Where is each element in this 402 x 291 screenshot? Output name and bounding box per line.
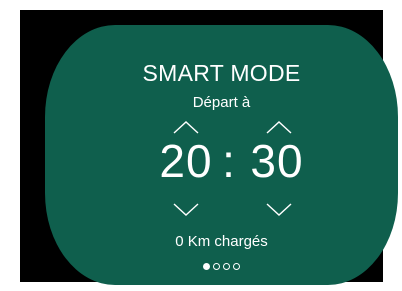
hours-down-chevron-icon[interactable] bbox=[173, 203, 199, 217]
page-dot[interactable] bbox=[203, 263, 210, 270]
page-dot[interactable] bbox=[233, 263, 240, 270]
page-dot[interactable] bbox=[213, 263, 220, 270]
charge-status: 0 Km chargés bbox=[175, 233, 268, 250]
hours-up-chevron-icon[interactable] bbox=[173, 120, 199, 134]
mode-title: SMART MODE bbox=[142, 60, 301, 86]
hours-value[interactable]: 20 bbox=[151, 138, 221, 184]
minutes-up-chevron-icon[interactable] bbox=[266, 120, 292, 134]
minutes-down-chevron-icon[interactable] bbox=[266, 203, 292, 217]
minutes-value[interactable]: 30 bbox=[242, 138, 312, 184]
departure-label: Départ à bbox=[192, 94, 251, 111]
page-indicator bbox=[45, 263, 398, 270]
page-dot[interactable] bbox=[223, 263, 230, 270]
device-screen: SMART MODE Départ à 20 : 30 0 Km chargés bbox=[20, 10, 398, 285]
time-separator: : bbox=[222, 135, 236, 187]
smart-mode-panel: SMART MODE Départ à 20 : 30 0 Km chargés bbox=[45, 25, 398, 285]
